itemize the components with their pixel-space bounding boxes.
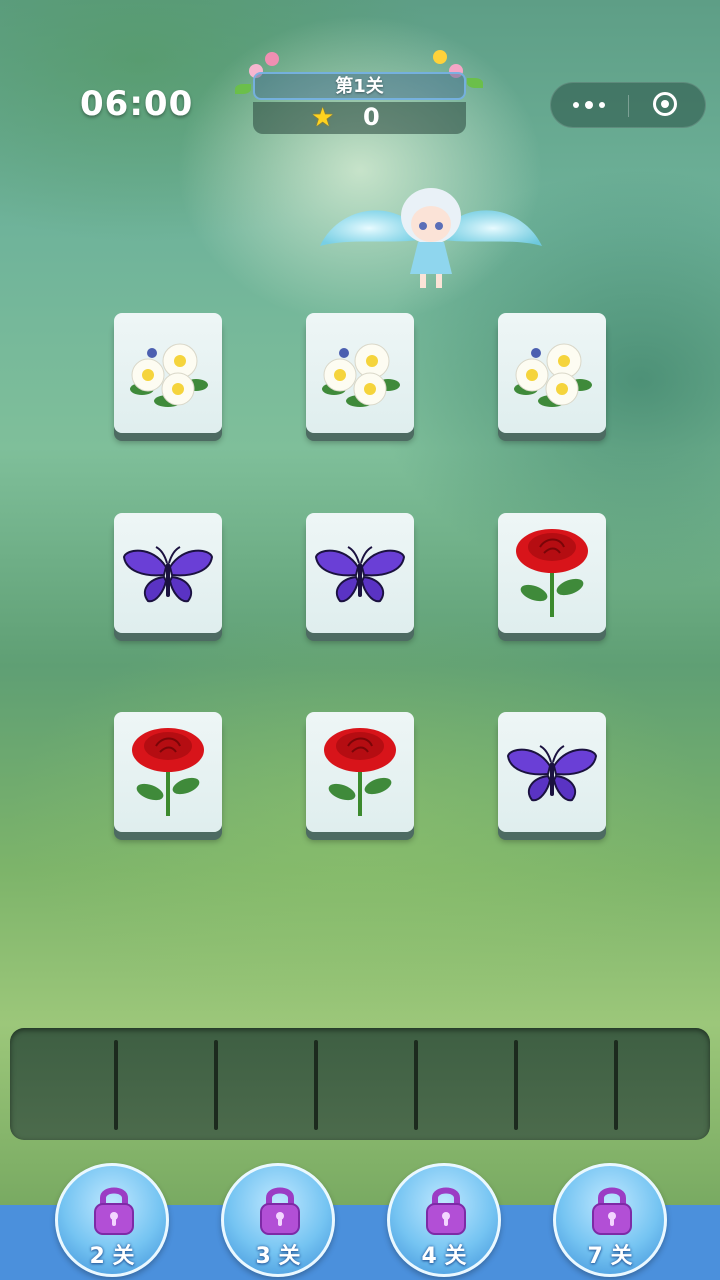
score-value: 0 [363, 103, 380, 131]
level-title: 第1关 [253, 72, 466, 100]
unlock-level-label: 4 关 [421, 1244, 467, 1269]
tray-slot-divider [414, 1040, 418, 1130]
daisy-icon [122, 327, 214, 419]
leaf-decoration-icon [467, 78, 483, 88]
score-box: ★ 0 [253, 102, 466, 134]
tray-slot-divider [214, 1040, 218, 1130]
tray-slot-divider [314, 1040, 318, 1130]
flower-decoration-icon [265, 52, 279, 66]
flower-decoration-icon [433, 50, 447, 64]
lock-icon [592, 1187, 632, 1235]
level-panel: 第1关 ★ 0 [235, 50, 483, 134]
rose-icon [122, 726, 214, 818]
unlock-level-label: 2 关 [89, 1244, 135, 1269]
tile-rose[interactable] [306, 712, 414, 832]
unlock-level-button[interactable]: 3 关 [221, 1163, 335, 1277]
rose-icon [506, 527, 598, 619]
unlock-level-button[interactable]: 7 关 [553, 1163, 667, 1277]
tile-butterfly[interactable] [498, 712, 606, 832]
rose-icon [314, 726, 406, 818]
miniprogram-capsule [550, 82, 706, 128]
capsule-divider [628, 95, 629, 117]
countdown-timer: 06:00 [80, 84, 194, 124]
tile-board [0, 300, 720, 860]
tile-tray [10, 1028, 710, 1140]
tray-slot-divider [114, 1040, 118, 1130]
tile-butterfly[interactable] [306, 513, 414, 633]
butterfly-icon [506, 726, 598, 818]
target-close-icon[interactable] [653, 92, 677, 116]
tray-slot-divider [614, 1040, 618, 1130]
lock-icon [260, 1187, 300, 1235]
fairy-character-icon [320, 188, 542, 288]
tile-daisy[interactable] [306, 313, 414, 433]
butterfly-icon [122, 527, 214, 619]
more-dots-icon[interactable] [571, 93, 611, 117]
butterfly-icon [314, 527, 406, 619]
unlock-level-button[interactable]: 2 关 [55, 1163, 169, 1277]
top-bar: 06:00 第1关 ★ 0 [0, 0, 720, 140]
unlock-level-label: 7 关 [587, 1244, 633, 1269]
leaf-decoration-icon [235, 84, 251, 94]
tile-rose[interactable] [498, 513, 606, 633]
lock-icon [426, 1187, 466, 1235]
tile-daisy[interactable] [114, 313, 222, 433]
tray-slot-divider [514, 1040, 518, 1130]
unlock-level-button[interactable]: 4 关 [387, 1163, 501, 1277]
star-icon: ★ [311, 103, 335, 133]
daisy-icon [314, 327, 406, 419]
tile-butterfly[interactable] [114, 513, 222, 633]
daisy-icon [506, 327, 598, 419]
lock-icon [94, 1187, 134, 1235]
unlock-level-label: 3 关 [255, 1244, 301, 1269]
tile-daisy[interactable] [498, 313, 606, 433]
tile-rose[interactable] [114, 712, 222, 832]
